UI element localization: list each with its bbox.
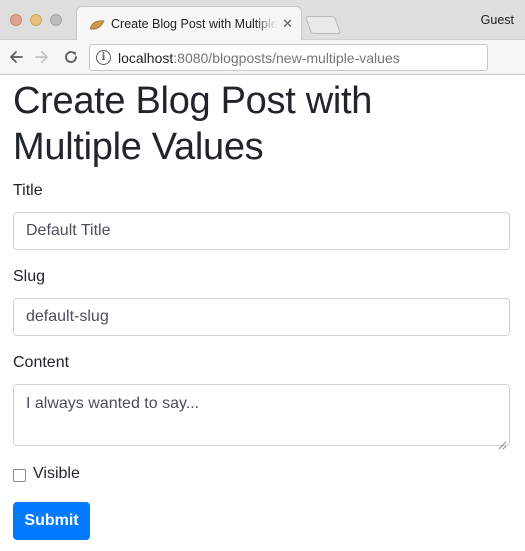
window-zoom-control[interactable]	[50, 14, 62, 26]
resize-grip-icon[interactable]	[498, 434, 507, 450]
content-textarea-value: I always wanted to say...	[26, 395, 200, 412]
url-text[interactable]: localhost:8080/blogposts/new-multiple-va…	[118, 50, 400, 66]
visible-checkbox[interactable]	[13, 469, 26, 482]
favicon-icon	[89, 18, 105, 30]
slug-label: Slug	[13, 268, 46, 285]
profile-label[interactable]: Guest	[481, 13, 514, 27]
submit-button[interactable]: Submit	[13, 502, 90, 540]
content-label: Content	[13, 354, 70, 371]
url-path: :8080/blogposts/new-multiple-values	[173, 50, 400, 66]
slug-input[interactable]: default-slug	[13, 298, 510, 336]
back-arrow-icon[interactable]	[4, 45, 28, 69]
blog-post-form: Create Blog Post with Multiple Values Ti…	[13, 78, 510, 540]
browser-tab-bar: Create Blog Post with Multiple Values ✕ …	[0, 0, 525, 41]
address-bar[interactable]: i localhost:8080/blogposts/new-multiple-…	[89, 44, 488, 71]
tab-title: Create Blog Post with Multiple Values	[111, 17, 277, 31]
title-input[interactable]: Default Title	[13, 212, 510, 250]
url-host: localhost	[118, 50, 174, 66]
browser-toolbar: i localhost:8080/blogposts/new-multiple-…	[0, 40, 525, 75]
title-label: Title	[13, 182, 43, 199]
page-title: Create Blog Post with Multiple Values	[13, 80, 373, 168]
browser-tab[interactable]: Create Blog Post with Multiple Values ✕	[76, 6, 302, 41]
new-tab-button[interactable]	[304, 16, 342, 34]
content-textarea[interactable]: I always wanted to say...	[13, 384, 510, 450]
close-icon[interactable]: ✕	[282, 16, 293, 32]
visible-label[interactable]: Visible	[33, 465, 80, 483]
window-close-control[interactable]	[10, 14, 22, 26]
forward-arrow-icon[interactable]	[30, 45, 54, 69]
reload-icon[interactable]	[59, 45, 83, 69]
window-minimize-control[interactable]	[30, 14, 42, 26]
info-icon[interactable]: i	[96, 50, 111, 65]
